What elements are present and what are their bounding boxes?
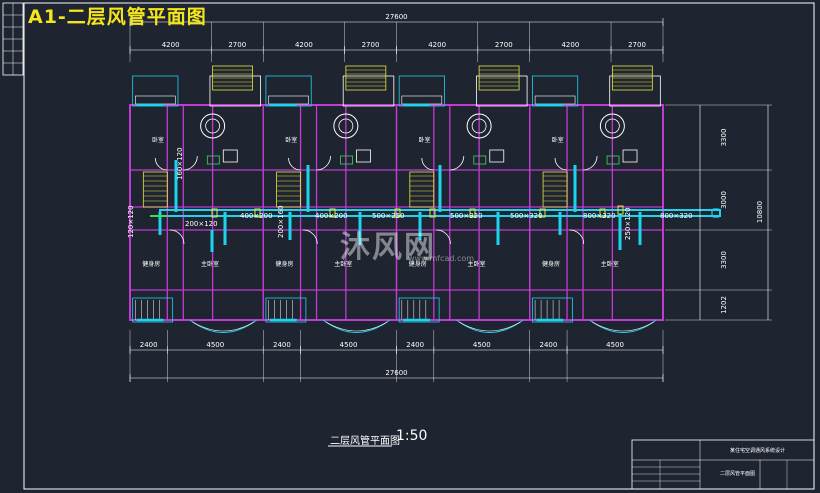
room-label-master: 主卧室	[201, 260, 219, 268]
top-segment-dimension: 4200	[295, 41, 313, 49]
door-swing	[316, 155, 331, 171]
room-label-master: 主卧室	[601, 260, 619, 268]
top-balcony-left	[265, 75, 312, 107]
sink	[356, 149, 371, 163]
cad-viewport: 800×320 800×320 500×320 500×320 500×250 400×2…	[0, 0, 820, 493]
watermark-url: www.mfcad.com	[408, 254, 475, 263]
door-swing	[154, 157, 168, 171]
door-swing	[421, 157, 434, 171]
drawing-scale-label: 1:50	[396, 428, 428, 444]
room-label-bedroom: 卧室	[285, 136, 297, 144]
drawing-title: A1-二层风管平面图	[28, 6, 207, 28]
duct-size-label: 400×200	[315, 212, 348, 220]
sink	[222, 149, 238, 163]
railing	[534, 95, 576, 105]
railing	[401, 95, 443, 105]
top-segment-dimension: 2700	[495, 41, 513, 49]
bottom-segment-dimension: 2400	[406, 341, 424, 349]
railing	[268, 95, 309, 105]
toilet	[606, 155, 620, 165]
overall-dimension: 27600	[385, 13, 407, 21]
room-labels: 卧室健身房 主卧室卧室健身房 主卧室卧室健身房 主卧室卧室健身房 主卧室	[142, 136, 619, 447]
bottom-segment-dimension: 2400	[140, 341, 158, 349]
title-block-drawing-name: 二层风管平面图	[720, 471, 756, 477]
title-block-frame	[631, 439, 815, 490]
room-label-study: 健身房	[276, 260, 294, 268]
bottom-balcony	[532, 297, 573, 323]
duct-size-label: 400×200	[240, 212, 273, 220]
duct-size-label: 200×160	[277, 205, 285, 238]
railing	[135, 95, 176, 105]
stairwell	[542, 171, 568, 208]
duct-size-label: 800×320	[583, 212, 616, 220]
bottom-segment-dimension: 2400	[539, 341, 557, 349]
bottom-balcony	[398, 297, 440, 323]
room-label-bedroom: 卧室	[418, 136, 430, 144]
door-swing	[436, 229, 451, 245]
title-block-project: 某住宅空调通风系统设计	[730, 448, 786, 454]
top-balcony-left	[132, 75, 179, 107]
title-block	[631, 439, 815, 490]
top-balcony-left	[532, 75, 579, 107]
room-label-bedroom: 卧室	[552, 136, 564, 144]
duct-size-label: 250×120	[624, 207, 632, 240]
bay-window-inner	[192, 321, 255, 332]
top-segment-dimension: 4200	[162, 41, 180, 49]
bottom-segment-dimension: 4500	[606, 341, 624, 349]
right-segment-dimension: 3300	[720, 129, 728, 147]
sink	[489, 149, 505, 163]
top-segment-dimension: 4200	[428, 41, 446, 49]
top-segment-dimension: 4200	[561, 41, 579, 49]
door-swing	[569, 229, 585, 245]
bay-window	[189, 319, 257, 333]
door-swing	[169, 229, 185, 245]
right-total-dimension: 10800	[756, 201, 764, 223]
drawing-name-label: 二层风管平面图	[330, 436, 400, 447]
bay-window-inner	[458, 321, 521, 332]
bottom-segment-dimension: 4500	[473, 341, 491, 349]
duct-size-label: 120×120	[127, 205, 135, 238]
bay-window	[322, 319, 391, 333]
bay-window-inner	[592, 321, 654, 332]
door-swing	[554, 157, 568, 171]
door-swing	[303, 229, 318, 245]
top-segment-dimension: 2700	[628, 41, 646, 49]
right-segment-dimension: 3000	[720, 191, 728, 209]
toilet	[340, 155, 353, 165]
bay-window-inner	[325, 321, 388, 332]
duct-size-label: 500×250	[372, 212, 405, 220]
room-label-study: 健身房	[142, 260, 160, 268]
bottom-balcony	[265, 297, 307, 323]
building-outline	[129, 65, 664, 333]
stairwell	[142, 171, 168, 208]
right-segment-dimension: 1202	[720, 296, 728, 314]
sink	[622, 149, 638, 163]
toilet	[473, 155, 487, 165]
stairwell	[276, 171, 301, 208]
door-swing	[183, 155, 198, 171]
bottom-segment-dimension: 4500	[340, 341, 358, 349]
bay-window	[456, 319, 524, 333]
door-swing	[583, 155, 598, 171]
top-segment-dimension: 2700	[228, 41, 246, 49]
duct-size-label: 500×320	[450, 212, 483, 220]
door-swing	[449, 155, 465, 171]
room-label-bedroom: 卧室	[152, 136, 164, 144]
right-segment-dimension: 3300	[720, 251, 728, 269]
toilet	[206, 155, 220, 165]
bottom-segment-dimension: 4500	[206, 341, 224, 349]
bottom-segment-dimension: 2400	[273, 341, 291, 349]
top-segment-dimension: 2700	[362, 41, 380, 49]
duct-size-label: 500×320	[510, 212, 543, 220]
stairwell	[409, 171, 435, 208]
room-label-study: 健身房	[542, 260, 560, 268]
duct-size-label: 200×120	[185, 220, 218, 228]
duct-size-label: 160×120	[176, 147, 184, 180]
duct-size-label: 800×320	[660, 212, 693, 220]
door-swing	[288, 157, 301, 171]
dimension-lines: 27600276004200 2700 4200 2700 4200 2700 4200 27…	[129, 13, 772, 382]
top-balcony-left	[398, 75, 445, 107]
bay-window	[589, 319, 657, 333]
bottom-balcony	[132, 297, 174, 323]
